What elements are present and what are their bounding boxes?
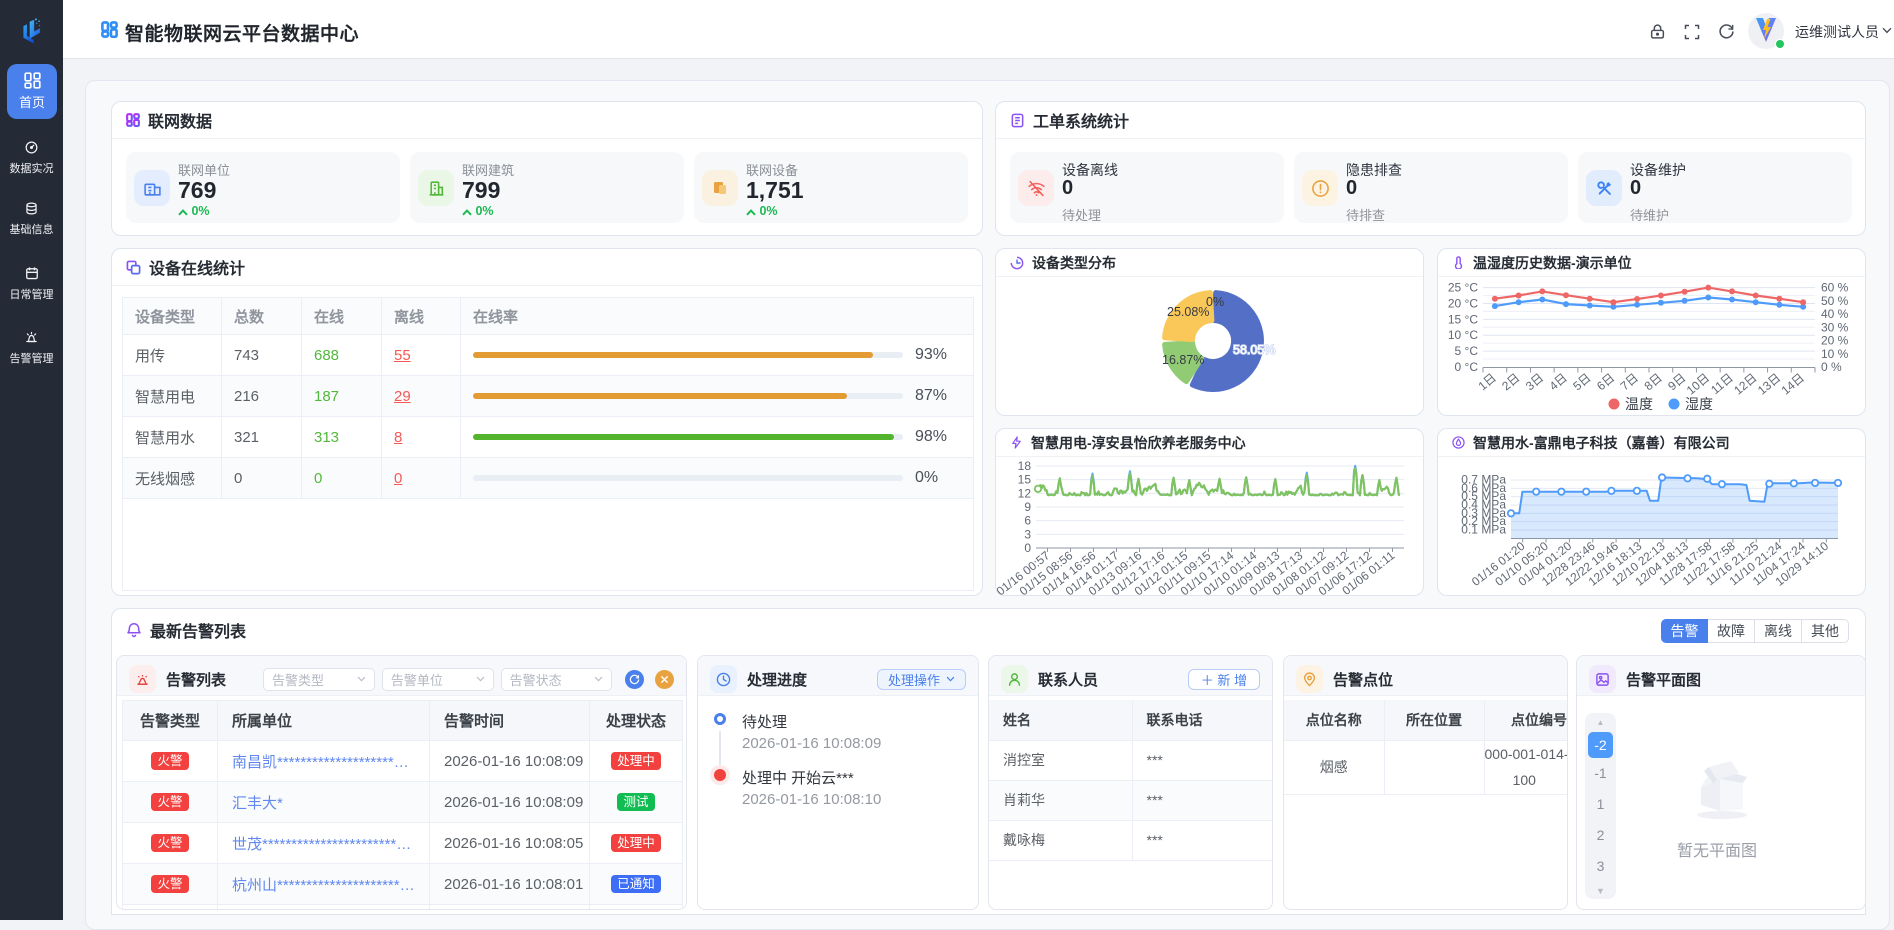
svg-text:0 °C: 0 °C: [1455, 360, 1479, 374]
svg-text:4日: 4日: [1547, 371, 1570, 394]
svg-text:2日: 2日: [1499, 371, 1522, 394]
svg-text:湿度: 湿度: [1685, 396, 1713, 412]
svg-text:3日: 3日: [1523, 371, 1546, 394]
svg-text:5日: 5日: [1570, 371, 1593, 394]
svg-text:30 %: 30 %: [1821, 320, 1849, 334]
svg-text:10 °C: 10 °C: [1448, 328, 1478, 342]
svg-text:5 °C: 5 °C: [1455, 344, 1479, 358]
svg-text:10 %: 10 %: [1821, 347, 1849, 361]
svg-text:0 %: 0 %: [1821, 360, 1842, 374]
svg-text:9日: 9日: [1665, 371, 1688, 394]
svg-text:25.08%: 25.08%: [1167, 305, 1209, 319]
svg-text:58.05%: 58.05%: [1233, 343, 1275, 357]
svg-text:18: 18: [1018, 459, 1032, 473]
svg-text:16.87%: 16.87%: [1162, 353, 1204, 367]
svg-text:7日: 7日: [1618, 371, 1641, 394]
svg-text:0: 0: [1024, 541, 1031, 555]
svg-text:20 °C: 20 °C: [1448, 296, 1478, 310]
svg-text:15: 15: [1018, 473, 1032, 487]
svg-text:60 %: 60 %: [1821, 281, 1849, 295]
svg-text:50 %: 50 %: [1821, 294, 1849, 308]
svg-text:6: 6: [1024, 514, 1031, 528]
svg-text:温度: 温度: [1625, 396, 1653, 412]
svg-text:13日: 13日: [1755, 371, 1783, 398]
svg-text:25 °C: 25 °C: [1448, 281, 1478, 295]
svg-text:12: 12: [1018, 486, 1032, 500]
svg-text:15 °C: 15 °C: [1448, 312, 1478, 326]
svg-text:3: 3: [1024, 527, 1031, 541]
svg-text:14日: 14日: [1779, 371, 1807, 398]
svg-text:12日: 12日: [1731, 371, 1759, 398]
svg-text:10日: 10日: [1684, 371, 1712, 398]
svg-text:8日: 8日: [1642, 371, 1665, 394]
svg-text:0.7 MPa: 0.7 MPa: [1461, 473, 1506, 487]
svg-text:6日: 6日: [1594, 371, 1617, 394]
svg-text:20 %: 20 %: [1821, 334, 1849, 348]
svg-text:11日: 11日: [1708, 371, 1736, 397]
svg-text:9: 9: [1024, 500, 1031, 514]
svg-text:40 %: 40 %: [1821, 307, 1849, 321]
svg-text:1日: 1日: [1476, 371, 1499, 394]
